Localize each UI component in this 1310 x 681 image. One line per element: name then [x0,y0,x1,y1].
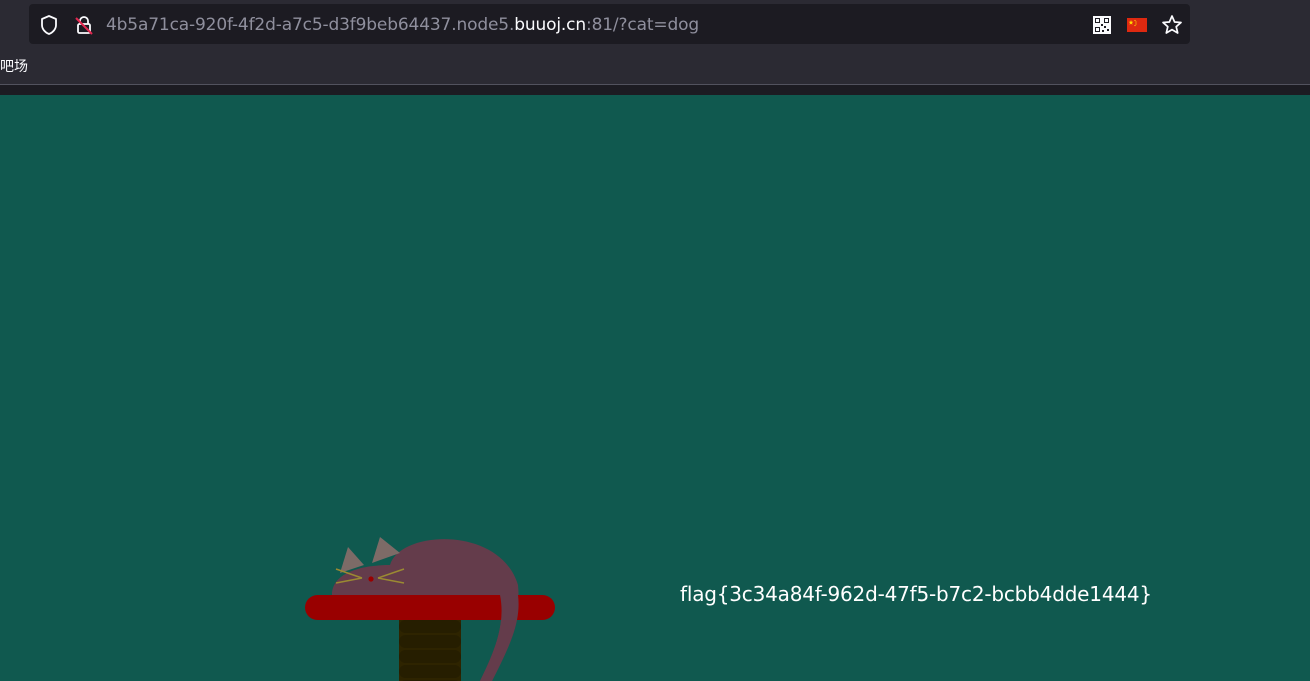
url-text[interactable]: 4b5a71ca-920f-4f2d-a7c5-d3f9beb64437.nod… [106,14,699,36]
browser-toolbar: 4b5a71ca-920f-4f2d-a7c5-d3f9beb64437.nod… [0,0,1310,50]
page-content: flag{3c34a84f-962d-47f5-b7c2-bcbb4dde144… [0,95,1310,681]
chrome-bottom-strip [0,85,1310,95]
insecure-lock-icon[interactable] [73,14,95,36]
browser-chrome: 4b5a71ca-920f-4f2d-a7c5-d3f9beb64437.nod… [0,0,1310,95]
shield-icon[interactable] [38,14,60,36]
url-suffix: :81/?cat=dog [586,15,699,35]
url-host: buuoj.cn [514,15,587,35]
cat-illustration [305,537,555,681]
bookmarks-toolbar: 吧场 [0,50,1310,84]
flag-china-icon[interactable] [1126,14,1148,36]
qr-code-icon[interactable] [1091,14,1113,36]
star-bookmark-icon[interactable] [1161,14,1183,36]
scratching-post [399,620,461,681]
flag-text: flag{3c34a84f-962d-47f5-b7c2-bcbb4dde144… [680,582,1152,606]
cat-nose [368,576,374,582]
address-bar[interactable]: 4b5a71ca-920f-4f2d-a7c5-d3f9beb64437.nod… [29,4,1190,44]
bookmark-item[interactable]: 吧场 [0,57,28,77]
url-prefix: 4b5a71ca-920f-4f2d-a7c5-d3f9beb64437.nod… [106,15,515,35]
